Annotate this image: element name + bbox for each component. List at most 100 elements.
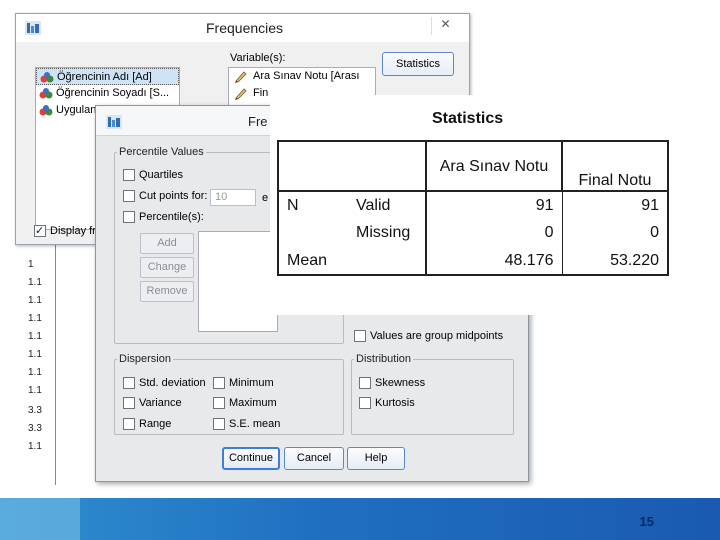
table-cell: 91 (425, 191, 563, 219)
background-value: 1.1 (28, 367, 42, 378)
table-cell: 0 (562, 219, 669, 247)
statistics-table: Ara Sınav Notu Final Notu N Valid 91 91 … (277, 140, 669, 276)
table-row: Missing 0 0 (277, 219, 669, 247)
quartiles-label: Quartiles (139, 169, 184, 181)
background-value: 3.3 (28, 423, 42, 434)
row-label: Mean (277, 247, 348, 276)
background-value: 1.1 (28, 441, 42, 452)
background-output-column: 1 1.1 1.1 1.1 1.1 1.1 1.1 1.1 3.3 3.3 1.1 (0, 220, 60, 485)
std-deviation-label: Std. deviation (139, 377, 206, 389)
values-group-midpoints-label: Values are group midpoints (370, 330, 504, 342)
row-label (277, 219, 348, 247)
scale-variable-icon (235, 71, 247, 83)
statistics-button[interactable]: Statistics (382, 52, 454, 76)
page-number: 15 (639, 514, 654, 529)
background-value: 1.1 (28, 349, 42, 360)
cut-points-label: Cut points for: (139, 190, 208, 202)
minimum-label: Minimum (229, 377, 274, 389)
background-value: 3.3 (28, 405, 42, 416)
quartiles-checkbox[interactable]: Quartiles (123, 169, 183, 181)
percentile-list[interactable] (198, 231, 278, 332)
table-header-row: Ara Sınav Notu Final Notu (277, 140, 669, 192)
row-sublabel: Missing (356, 224, 411, 241)
checkbox-box[interactable] (213, 418, 225, 430)
nominal-variable-icon (39, 88, 53, 99)
checkbox-box[interactable] (34, 224, 46, 237)
checkbox-box[interactable] (359, 377, 371, 389)
row-label: N (277, 191, 348, 219)
spss-app-icon (25, 21, 41, 35)
column-header: Ara Sınav Notu (425, 140, 563, 192)
range-checkbox[interactable]: Range (123, 418, 171, 430)
continue-button[interactable]: Continue (222, 447, 280, 470)
percentiles-label: Percentile(s): (139, 211, 204, 223)
maximum-label: Maximum (229, 397, 277, 409)
checkbox-box[interactable] (123, 169, 135, 181)
variance-checkbox[interactable]: Variance (123, 397, 182, 409)
variables-label: Variable(s): (230, 52, 286, 64)
background-value: 1.1 (28, 295, 42, 306)
header-blank (277, 140, 348, 192)
checkbox-box[interactable] (123, 418, 135, 430)
checkbox-box[interactable] (123, 190, 135, 202)
kurtosis-label: Kurtosis (375, 397, 415, 409)
checkbox-box[interactable] (359, 397, 371, 409)
range-label: Range (139, 418, 172, 430)
footer-accent (0, 498, 80, 540)
checkbox-box[interactable] (123, 397, 135, 409)
checkbox-box[interactable] (123, 211, 135, 223)
maximum-checkbox[interactable]: Maximum (213, 397, 277, 409)
cancel-button[interactable]: Cancel (284, 447, 344, 470)
statistics-output: Statistics Ara Sınav Notu Final Notu N V… (270, 95, 680, 315)
close-icon[interactable]: ✕ (431, 17, 459, 35)
remove-button[interactable]: Remove (140, 281, 194, 302)
checkbox-box[interactable] (354, 330, 366, 342)
skewness-checkbox[interactable]: Skewness (359, 377, 425, 389)
source-variable-label: Uygulan (56, 104, 97, 116)
se-mean-checkbox[interactable]: S.E. mean (213, 418, 280, 430)
variance-label: Variance (139, 397, 182, 409)
nominal-variable-icon (39, 105, 53, 116)
source-variable-item[interactable]: Öğrencinin Soyadı [S... (36, 85, 179, 102)
selected-variable-item[interactable]: Ara Sınav Notu [Arası (229, 68, 375, 85)
table-cell: 91 (562, 191, 669, 219)
checkbox-box[interactable] (213, 397, 225, 409)
nominal-variable-icon (40, 72, 54, 83)
display-frequency-tables-checkbox[interactable]: Display fr (34, 224, 96, 237)
table-row: Mean 48.176 53.220 (277, 247, 669, 276)
values-group-midpoints-checkbox[interactable]: Values are group midpoints (354, 330, 503, 342)
help-button[interactable]: Help (347, 447, 405, 470)
table-cell: 48.176 (425, 247, 563, 276)
scale-variable-icon (235, 88, 247, 100)
minimum-checkbox[interactable]: Minimum (213, 377, 274, 389)
row-sublabel: Valid (356, 196, 391, 214)
table-cell: 53.220 (562, 247, 669, 276)
table-cell: 0 (425, 219, 563, 247)
source-variable-item[interactable]: Öğrencinin Adı [Ad] (36, 68, 179, 85)
row-sublabel (348, 247, 426, 276)
column-rule (55, 220, 56, 485)
background-value: 1.1 (28, 385, 42, 396)
std-deviation-checkbox[interactable]: Std. deviation (123, 377, 206, 389)
skewness-label: Skewness (375, 377, 426, 389)
distribution-group: Distribution (351, 353, 514, 435)
selected-variable-label: Fin (253, 87, 269, 99)
dialog-title: Frequencies (206, 20, 284, 36)
cut-points-suffix: e (262, 192, 269, 204)
selected-variable-label: Ara Sınav Notu [Arası (253, 70, 360, 82)
cut-points-input[interactable]: 10 (210, 189, 256, 206)
source-variable-label: Öğrencinin Adı [Ad] (57, 71, 152, 83)
background-value: 1 (28, 259, 34, 270)
checkbox-box[interactable] (213, 377, 225, 389)
source-variable-label: Öğrencinin Soyadı [S... (56, 87, 170, 99)
table-row: N Valid 91 91 (277, 191, 669, 219)
checkbox-box[interactable] (123, 377, 135, 389)
percentiles-checkbox[interactable]: Percentile(s): (123, 211, 204, 223)
spss-app-icon (106, 115, 122, 129)
background-value: 1.1 (28, 277, 42, 288)
frequencies-titlebar: Frequencies ✕ (16, 14, 469, 42)
kurtosis-checkbox[interactable]: Kurtosis (359, 397, 415, 409)
change-button[interactable]: Change (140, 257, 194, 278)
cut-points-checkbox[interactable]: Cut points for: (123, 190, 207, 202)
add-button[interactable]: Add (140, 233, 194, 254)
